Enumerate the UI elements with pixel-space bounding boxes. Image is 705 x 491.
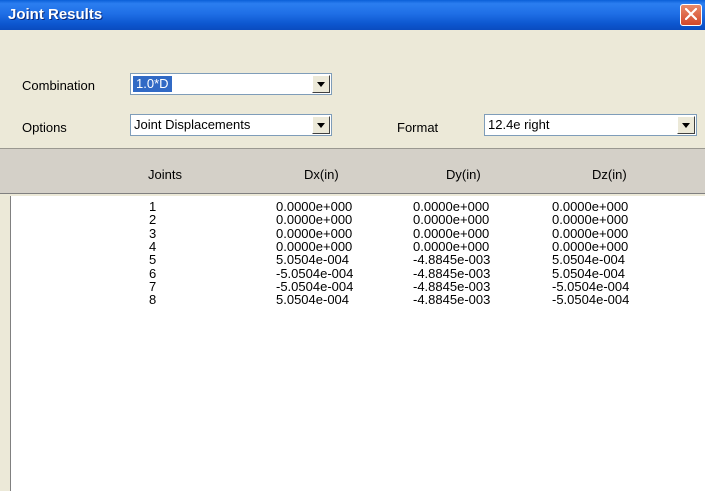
table-row[interactable]: 2 0.0000e+000 0.0000e+000 0.0000e+000 [0,213,705,226]
joint-cell: 7 [149,278,157,294]
dy-cell: -4.8845e-003 [413,278,491,294]
window-title: Joint Results [8,6,103,23]
dx-cell: 5.0504e-004 [276,292,350,308]
dy-cell: -4.8845e-003 [413,265,491,281]
dx-cell: 0.0000e+000 [276,212,353,228]
joint-cell: 5 [149,252,157,268]
dx-cell: 0.0000e+000 [276,238,353,254]
joint-cell: 3 [149,225,157,241]
combination-label: Combination [22,78,95,93]
options-dropdown-button[interactable] [312,116,330,134]
column-header-dx[interactable]: Dx(in) [304,167,339,182]
table-row[interactable]: 6 -5.0504e-004 -4.8845e-003 5.0504e-004 [0,267,705,280]
column-header-dz[interactable]: Dz(in) [592,167,627,182]
dy-cell: 0.0000e+000 [413,212,490,228]
dy-cell: 0.0000e+000 [413,199,490,214]
options-label: Options [22,120,67,135]
dz-cell: 5.0504e-004 [552,252,626,268]
table-row[interactable]: 7 -5.0504e-004 -4.8845e-003 -5.0504e-004 [0,280,705,293]
joint-cell: 8 [149,292,157,308]
column-header-joints[interactable]: Joints [148,167,182,182]
dx-cell: -5.0504e-004 [276,278,354,294]
chevron-down-icon [317,81,325,87]
dz-cell: 0.0000e+000 [552,212,629,228]
close-icon [684,7,698,23]
dy-cell: -4.8845e-003 [413,252,491,268]
format-select[interactable]: 12.4e right [484,114,697,136]
table-row[interactable]: 5 5.0504e-004 -4.8845e-003 5.0504e-004 [0,253,705,266]
dy-cell: 0.0000e+000 [413,225,490,241]
combination-value: 1.0*D [133,76,172,92]
title-bar[interactable]: Joint Results [0,0,705,30]
results-table-header: Joints Dx(in) Dy(in) Dz(in) [0,148,705,194]
chevron-down-icon [682,122,690,128]
chevron-down-icon [317,122,325,128]
close-button[interactable] [680,4,702,26]
combination-select[interactable]: 1.0*D [130,73,332,95]
table-row[interactable]: 1 0.0000e+000 0.0000e+000 0.0000e+000 [0,200,705,213]
options-select[interactable]: Joint Displacements [130,114,332,136]
dz-cell: 0.0000e+000 [552,199,629,214]
dx-cell: 5.0504e-004 [276,252,350,268]
joint-cell: 6 [149,265,157,281]
combination-dropdown-button[interactable] [312,75,330,93]
dx-cell: 0.0000e+000 [276,225,353,241]
dz-cell: -5.0504e-004 [552,292,630,308]
options-value: Joint Displacements [134,117,251,132]
table-row[interactable]: 8 5.0504e-004 -4.8845e-003 -5.0504e-004 [0,293,705,306]
joint-cell: 4 [149,238,157,254]
joint-cell: 2 [149,212,157,228]
format-label: Format [397,120,439,135]
joint-cell: 1 [149,199,157,214]
dz-cell: 5.0504e-004 [552,265,626,281]
dz-cell: 0.0000e+000 [552,225,629,241]
dx-cell: -5.0504e-004 [276,265,354,281]
format-dropdown-button[interactable] [677,116,695,134]
column-header-dy[interactable]: Dy(in) [446,167,481,182]
dz-cell: 0.0000e+000 [552,238,629,254]
format-value: 12.4e right [488,117,550,132]
table-row[interactable]: 4 0.0000e+000 0.0000e+000 0.0000e+000 [0,240,705,253]
joint-results-window: Joint Results Combination 1.0*D Options … [0,0,705,491]
dy-cell: -4.8845e-003 [413,292,491,308]
table-row[interactable]: 3 0.0000e+000 0.0000e+000 0.0000e+000 [0,227,705,240]
dy-cell: 0.0000e+000 [413,238,490,254]
dx-cell: 0.0000e+000 [276,199,353,214]
dz-cell: -5.0504e-004 [552,278,630,294]
